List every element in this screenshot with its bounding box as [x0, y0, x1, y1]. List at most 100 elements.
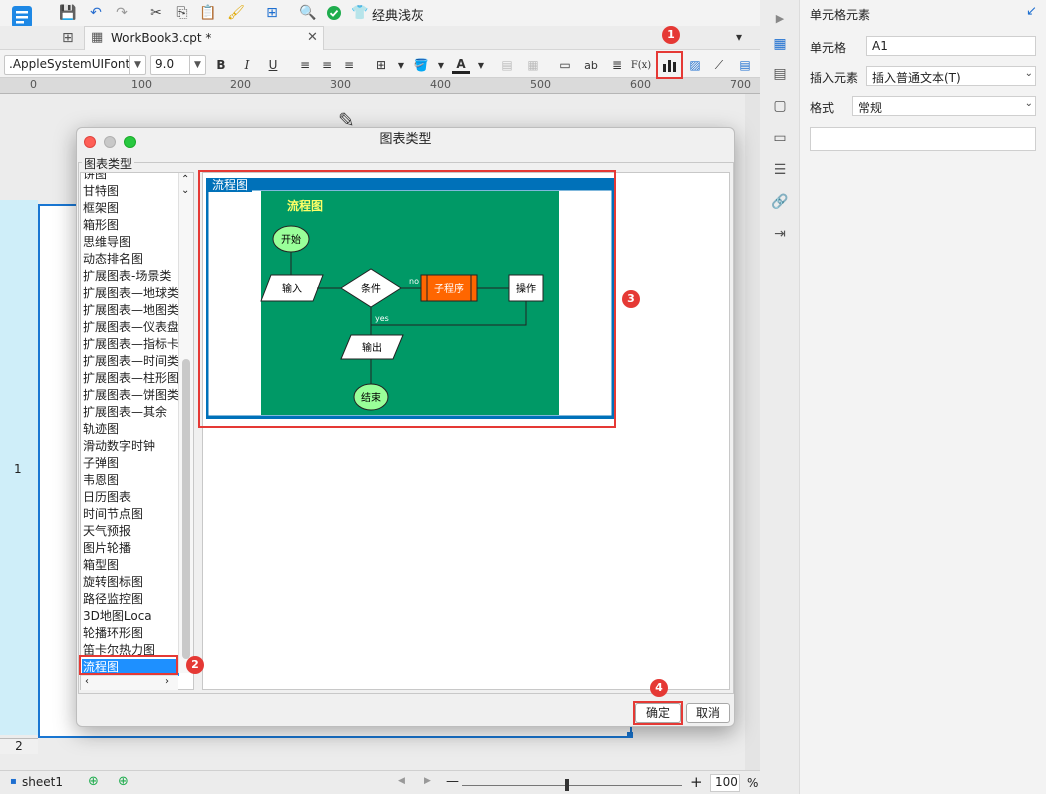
- scroll-up-icon[interactable]: ⌃: [181, 174, 189, 185]
- insert-report-icon[interactable]: ▤: [736, 56, 754, 74]
- list-item[interactable]: 扩展图表—柱形图: [82, 370, 179, 387]
- chevron-down-icon[interactable]: ▼: [472, 56, 490, 74]
- sheet-tab[interactable]: sheet1: [22, 775, 63, 789]
- zoom-input[interactable]: 100: [710, 774, 740, 792]
- scroll-right-icon[interactable]: ▶: [424, 776, 431, 786]
- list-horizontal-scrollbar[interactable]: ‹ ›: [81, 675, 178, 690]
- close-icon[interactable]: ✕: [307, 30, 318, 45]
- list-item[interactable]: 路径监控图: [82, 591, 179, 608]
- redo-icon[interactable]: ↷: [112, 3, 132, 23]
- font-name-select[interactable]: .AppleSystemUIFont ▼: [4, 55, 146, 75]
- list-item[interactable]: 动态排名图: [82, 251, 179, 268]
- cell-attr-icon[interactable]: ▤: [770, 64, 790, 84]
- italic-button[interactable]: I: [238, 56, 256, 74]
- list-item[interactable]: 轮播环形图: [82, 625, 179, 642]
- font-size-select[interactable]: 9.0 ▼: [150, 55, 206, 75]
- row-header-2[interactable]: 2: [0, 738, 38, 754]
- cut-icon[interactable]: ✂: [146, 3, 166, 23]
- save-icon[interactable]: 💾: [58, 3, 78, 23]
- list-item[interactable]: 滑动数字时钟: [82, 438, 179, 455]
- list-item[interactable]: 轨迹图: [82, 421, 179, 438]
- collapse-arrow-icon[interactable]: ▶: [770, 8, 790, 28]
- format-detail-field[interactable]: [810, 127, 1036, 151]
- float-element-icon[interactable]: ▢: [770, 96, 790, 116]
- list-item[interactable]: 时间节点图: [82, 506, 179, 523]
- chevron-down-icon[interactable]: ▼: [392, 56, 410, 74]
- vertical-scrollbar[interactable]: [745, 94, 760, 770]
- paste-icon[interactable]: 📋: [198, 3, 218, 23]
- list-vertical-scrollbar[interactable]: ⌃ ⌄: [178, 173, 193, 673]
- fill-bucket-icon[interactable]: 🪣: [412, 56, 430, 74]
- format-select[interactable]: 常规 ⌄: [852, 96, 1036, 116]
- pin-icon[interactable]: ↙: [1026, 4, 1037, 19]
- list-item[interactable]: 框架图: [82, 200, 179, 217]
- list-item[interactable]: 韦恩图: [82, 472, 179, 489]
- import-icon[interactable]: ⇥: [770, 224, 790, 244]
- theme-shirt-icon[interactable]: 👕: [350, 3, 370, 23]
- bold-button[interactable]: B: [212, 56, 230, 74]
- list-item[interactable]: 扩展图表-场景类: [82, 268, 179, 285]
- formula-button[interactable]: F(x): [631, 56, 651, 74]
- list-item[interactable]: 扩展图表—指标卡: [82, 336, 179, 353]
- list-item[interactable]: 日历图表: [82, 489, 179, 506]
- border-icon[interactable]: ⊞: [372, 56, 390, 74]
- list-scroll-thumb[interactable]: [182, 359, 190, 659]
- insert-image-icon[interactable]: ▨: [686, 56, 704, 74]
- dropdown-corner-icon[interactable]: ▾: [736, 30, 742, 44]
- chevron-down-icon[interactable]: ▼: [432, 56, 450, 74]
- align-center-icon[interactable]: ≡: [318, 56, 336, 74]
- merge-icon[interactable]: ▤: [498, 56, 516, 74]
- list-item[interactable]: 箱型图: [82, 557, 179, 574]
- cell-field[interactable]: A1: [866, 36, 1036, 56]
- list-item[interactable]: 箱形图: [82, 217, 179, 234]
- list-item[interactable]: 扩展图表—其余: [82, 404, 179, 421]
- scroll-left-icon[interactable]: ‹: [85, 676, 89, 687]
- condition-icon[interactable]: ☰: [770, 160, 790, 180]
- list-item[interactable]: 扩展图表—地图类: [82, 302, 179, 319]
- cell-element-icon[interactable]: ▦: [770, 34, 790, 54]
- list-item[interactable]: 3D地图Loca: [82, 608, 179, 625]
- cancel-button[interactable]: 取消: [686, 703, 730, 723]
- slash-icon[interactable]: ⟋: [710, 56, 728, 74]
- cell-handle[interactable]: [627, 732, 633, 738]
- preview-icon[interactable]: 🔍: [298, 3, 318, 23]
- wrap-icon[interactable]: ▭: [556, 56, 574, 74]
- list-item[interactable]: 扩展图表—时间类: [82, 353, 179, 370]
- list-item[interactable]: 饼图: [82, 173, 179, 183]
- undo-icon[interactable]: ↶: [86, 3, 106, 23]
- template-icon[interactable]: ⊞: [262, 3, 282, 23]
- zoom-in-button[interactable]: +: [690, 773, 703, 791]
- align-left-icon[interactable]: ≡: [296, 56, 314, 74]
- scroll-left-icon[interactable]: ◀: [398, 776, 405, 786]
- text-icon[interactable]: ab: [582, 56, 600, 74]
- row-header[interactable]: 1: [0, 200, 38, 735]
- list-item[interactable]: 天气预报: [82, 523, 179, 540]
- theme-label[interactable]: 经典浅灰: [372, 5, 424, 24]
- scroll-right-icon[interactable]: ›: [165, 676, 169, 687]
- table-icon[interactable]: ▦: [524, 56, 542, 74]
- chart-type-list[interactable]: 饼图 甘特图 框架图 箱形图 思维导图 动态排名图 扩展图表-场景类 扩展图表—地球类 扩展图表…: [80, 172, 194, 690]
- list-item[interactable]: 扩展图表—仪表盘: [82, 319, 179, 336]
- list-item[interactable]: 扩展图表—饼图类: [82, 387, 179, 404]
- insert-select[interactable]: 插入普通文本(T) ⌄: [866, 66, 1036, 86]
- align-right-icon[interactable]: ≡: [340, 56, 358, 74]
- add-report-icon[interactable]: ⊕: [118, 774, 129, 789]
- format-brush-icon[interactable]: 🖌: [226, 3, 246, 23]
- check-circle-icon[interactable]: [324, 3, 344, 23]
- add-sheet-icon[interactable]: ⊕: [88, 774, 99, 789]
- link-icon[interactable]: 🔗: [770, 192, 790, 212]
- list-item[interactable]: 扩展图表—地球类: [82, 285, 179, 302]
- list-item[interactable]: 甘特图: [82, 183, 179, 200]
- paragraph-icon[interactable]: ≣: [608, 56, 626, 74]
- tab-workbook3[interactable]: ▦ WorkBook3.cpt * ✕: [84, 26, 324, 50]
- zoom-out-button[interactable]: —: [446, 774, 459, 789]
- font-color-icon[interactable]: A: [452, 56, 470, 74]
- copy-icon[interactable]: ⎘: [172, 3, 192, 23]
- list-item[interactable]: 思维导图: [82, 234, 179, 251]
- scroll-down-icon[interactable]: ⌄: [181, 185, 189, 196]
- grid-icon[interactable]: ⊞: [62, 30, 74, 46]
- widget-icon[interactable]: ▭: [770, 128, 790, 148]
- underline-button[interactable]: U: [264, 56, 282, 74]
- list-item[interactable]: 图片轮播: [82, 540, 179, 557]
- zoom-slider-handle[interactable]: [565, 779, 569, 791]
